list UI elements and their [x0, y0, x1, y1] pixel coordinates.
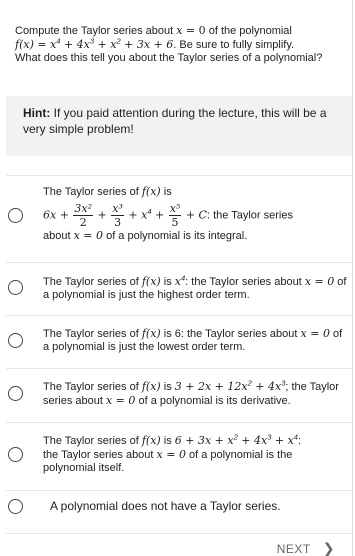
option-5-text[interactable]: The Taylor series of f(x) is 6 + 3x + x2… [43, 433, 349, 475]
option-5-pre: The Taylor series of [43, 435, 142, 447]
question-text: Compute the Taylor series about x = 0 of… [15, 24, 345, 65]
option-1-line1: The Taylor series of [43, 186, 142, 198]
quiz-card: Compute the Taylor series about x = 0 of… [0, 0, 355, 556]
option-4-expr-a: 3 + 2x + 12x [174, 380, 248, 393]
option-1-radio[interactable] [8, 208, 23, 223]
option-1-frac1: 3x² 2 [73, 202, 94, 229]
option-2-mid: is [160, 276, 175, 288]
option-3-radio[interactable] [8, 333, 23, 348]
option-4-post2: of a polynomial is its derivative. [135, 395, 291, 407]
option-2-pre: The Taylor series of [43, 276, 142, 288]
question-poly-mid2: + x [94, 38, 117, 51]
question-line3: What does this tell you about the Taylor… [15, 52, 323, 64]
option-6-label: A polynomial does not have a Taylor seri… [50, 499, 281, 513]
option-5-fx: f(x) [141, 434, 161, 447]
question-poly-f: f(x) = x [15, 38, 57, 51]
hint-text: Hint: If you paid attention during the l… [23, 105, 333, 137]
option-divider [6, 262, 352, 263]
option-2-text[interactable]: The Taylor series of f(x) is x4: the Tay… [43, 274, 349, 302]
card-right-border [352, 0, 353, 556]
option-3-x0: x = 0 [300, 327, 330, 340]
option-1-frac1-num: 3x² [73, 202, 94, 216]
option-3-mid: is 6: the Taylor series about [160, 328, 301, 340]
option-5-line2a: the Taylor series about [43, 449, 157, 461]
option-6-radio[interactable] [8, 499, 23, 514]
hint-label: Hint: [23, 106, 51, 120]
question-eq: = 0 [182, 24, 206, 37]
option-1-frac3-num: x⁵ [168, 202, 182, 216]
hint-body: If you paid attention during the lecture… [23, 106, 327, 136]
option-5-mid: is [160, 435, 175, 447]
option-2-x0: x = 0 [304, 275, 335, 288]
option-4-mid: is [160, 381, 175, 393]
option-1-fx: f(x) [141, 185, 161, 198]
question-line1-post: of the polynomial [205, 25, 292, 37]
option-1-line3x: x = 0 [73, 229, 104, 242]
option-5-line2b: of a polynomial is the [185, 449, 293, 461]
option-4-text[interactable]: The Taylor series of f(x) is 3 + 2x + 12… [43, 379, 349, 408]
option-3-fx: f(x) [141, 327, 161, 340]
option-4-fx: f(x) [141, 380, 161, 393]
option-5-expr-b: + 4x [237, 434, 268, 447]
option-1-frac2-den: 3 [114, 216, 122, 229]
option-3-text[interactable]: The Taylor series of f(x) is 6: the Tayl… [43, 327, 349, 354]
option-1-frac3: x⁵ 5 [168, 202, 182, 229]
option-5-expr-c: + x [271, 434, 294, 447]
option-1-line3a: about [43, 230, 74, 242]
option-1-text[interactable]: The Taylor series of f(x) is 6x + 3x² 2 +… [43, 185, 349, 243]
option-divider [6, 175, 352, 176]
option-2-radio[interactable] [8, 280, 23, 295]
question-poly-tail: + 3x + 6 [120, 38, 174, 51]
question-poly-mid1: + 4x [60, 38, 90, 51]
option-1-frac2-num: x³ [111, 202, 124, 216]
option-divider [6, 368, 352, 369]
option-1-line3b: of a polynomial is its integral. [103, 230, 248, 242]
option-1-term2: + x [124, 208, 148, 222]
option-1-line1b: is [160, 186, 172, 198]
question-line2-post: . Be sure to fully simplify. [173, 39, 295, 51]
option-3-pre: The Taylor series of [43, 328, 142, 340]
option-4-x0: x = 0 [105, 394, 136, 407]
option-divider [6, 490, 352, 491]
option-4-radio[interactable] [8, 386, 23, 401]
option-5-post: : [297, 435, 302, 447]
chevron-right-icon: ❯ [322, 540, 335, 556]
option-6-text[interactable]: A polynomial does not have a Taylor seri… [50, 499, 355, 514]
option-5-line3: polynomial itself. [43, 462, 125, 474]
option-1-term1: 6x + [43, 208, 73, 222]
option-1-plus2: + [151, 208, 168, 222]
option-1-frac3-den: 5 [171, 216, 179, 229]
option-1-frac1-den: 2 [79, 216, 87, 229]
footer-divider [6, 533, 352, 534]
next-button[interactable]: NEXT ❯ [277, 540, 335, 556]
next-label: NEXT [276, 541, 311, 556]
option-4-pre: The Taylor series of [43, 381, 142, 393]
option-1-frac2: x³ 3 [111, 202, 124, 229]
option-1-term3b: : the Taylor series [206, 209, 293, 222]
option-divider [6, 422, 352, 423]
option-divider [6, 315, 352, 316]
option-4-expr-b: + 4x [251, 380, 282, 393]
option-1-plus1: + [94, 208, 111, 222]
option-5-radio[interactable] [8, 447, 23, 462]
question-line1-pre: Compute the Taylor series about [15, 25, 177, 37]
option-5-x0: x = 0 [156, 448, 186, 461]
option-2-fx: f(x) [141, 275, 161, 288]
option-1-term3: + C [182, 208, 207, 222]
option-5-expr-a: 6 + 3x + x [174, 434, 234, 447]
option-2-post: : the Taylor series about [185, 276, 305, 288]
